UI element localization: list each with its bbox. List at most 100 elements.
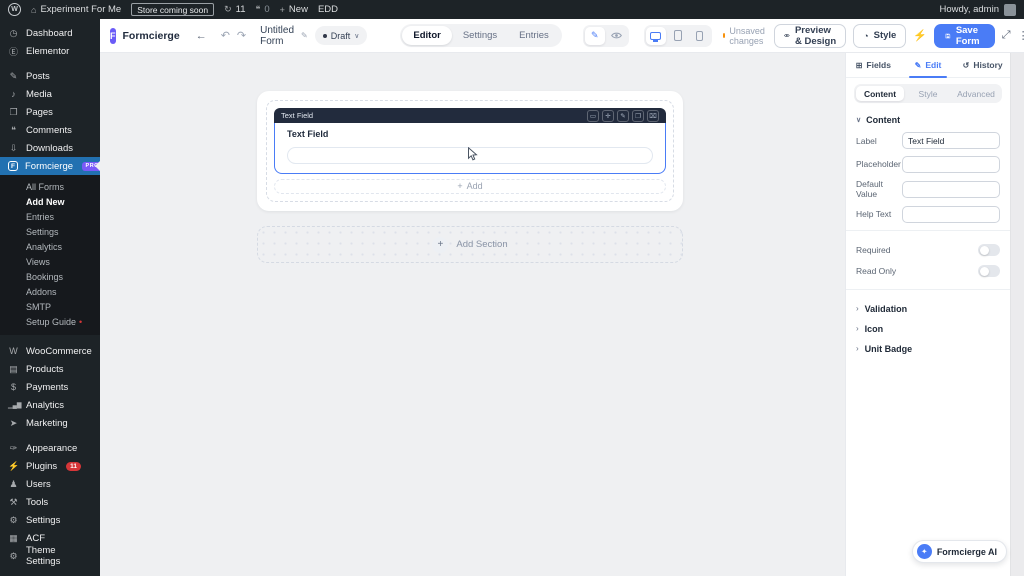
tab-settings[interactable]: Settings: [452, 26, 508, 45]
scrollbar-track[interactable]: [1010, 53, 1024, 576]
sidebar-item-label: Marketing: [26, 418, 68, 429]
updates-menu[interactable]: ↻ 11: [224, 4, 245, 15]
submenu-item-all-forms[interactable]: All Forms: [0, 179, 100, 194]
delete-field-button[interactable]: ⌧: [647, 110, 659, 122]
panel-tab-fields[interactable]: ⊞ Fields: [846, 53, 901, 77]
sidebar-item-label: Plugins: [26, 461, 57, 472]
panel-tab-label: History: [973, 60, 1002, 70]
panel-tab-bar: ⊞ Fields ✎ Edit ↺ History: [846, 53, 1010, 78]
unsaved-dot-icon: [723, 33, 726, 38]
style-button[interactable]: ◔ Style: [853, 24, 906, 48]
required-toggle[interactable]: [978, 244, 1000, 256]
update-count: 11: [236, 4, 246, 15]
submenu-item-views[interactable]: Views: [0, 254, 100, 269]
mobile-device-button[interactable]: [690, 27, 710, 45]
icon-section-header[interactable]: › Icon: [846, 319, 1010, 339]
site-menu[interactable]: ⌂ Experiment For Me: [31, 4, 121, 15]
submenu-item-entries[interactable]: Entries: [0, 209, 100, 224]
back-button[interactable]: ←: [196, 30, 207, 42]
submenu-item-add-new[interactable]: Add New: [0, 194, 100, 209]
sidebar-item-settings[interactable]: ⚙ Settings: [0, 511, 100, 529]
add-section-button[interactable]: + Add Section: [257, 226, 683, 263]
submenu-item-addons[interactable]: Addons: [0, 284, 100, 299]
preview-mode-button[interactable]: [607, 27, 627, 45]
sidebar-item-woocommerce[interactable]: W WooCommerce: [0, 342, 100, 360]
edit-field-button[interactable]: ✎: [617, 110, 629, 122]
panel-tab-history[interactable]: ↺ History: [955, 53, 1010, 77]
panel-tab-edit[interactable]: ✎ Edit: [901, 53, 956, 77]
tab-editor[interactable]: Editor: [402, 26, 451, 45]
help-text-input[interactable]: [902, 206, 1000, 223]
subtab-content[interactable]: Content: [856, 86, 904, 101]
placeholder-input[interactable]: [902, 156, 1000, 173]
duplicate-field-button[interactable]: ❐: [632, 110, 644, 122]
add-field-button[interactable]: + Add: [274, 179, 666, 195]
wordpress-logo-icon[interactable]: W: [8, 3, 21, 16]
sidebar-item-tools[interactable]: ⚒ Tools: [0, 493, 100, 511]
chevron-down-icon: ∨: [354, 32, 359, 40]
label-input[interactable]: [902, 132, 1000, 149]
sidebar-item-plugins[interactable]: ⚡ Plugins 11: [0, 457, 100, 475]
tab-entries[interactable]: Entries: [508, 26, 560, 45]
default-value-input[interactable]: [902, 181, 1000, 198]
sidebar-item-payments[interactable]: $ Payments: [0, 378, 100, 396]
preview-design-button[interactable]: Preview & Design: [774, 24, 846, 48]
submenu-label: Setup Guide: [26, 317, 76, 327]
new-menu[interactable]: + New: [280, 4, 308, 15]
tablet-device-button[interactable]: [668, 27, 688, 45]
submenu-item-smtp[interactable]: SMTP: [0, 299, 100, 314]
submenu-item-analytics[interactable]: Analytics: [0, 239, 100, 254]
status-dropdown[interactable]: Draft ∨: [315, 26, 368, 45]
sidebar-item-marketing[interactable]: ➤ Marketing: [0, 414, 100, 432]
sidebar-item-posts[interactable]: ✎ Posts: [0, 67, 100, 85]
unit-badge-section-header[interactable]: › Unit Badge: [846, 339, 1010, 359]
undo-button[interactable]: ↶: [221, 29, 230, 42]
avatar[interactable]: [1004, 4, 1016, 16]
sidebar-item-analytics[interactable]: ▁▄▇ Analytics: [0, 396, 100, 414]
store-coming-soon-badge[interactable]: Store coming soon: [131, 3, 214, 16]
validation-section-header[interactable]: › Validation: [846, 299, 1010, 319]
edit-mode-button[interactable]: ✎: [585, 27, 605, 45]
spark-icon[interactable]: ⚡: [913, 29, 927, 42]
sidebar-item-downloads[interactable]: ⇩ Downloads: [0, 139, 100, 157]
sidebar-item-media[interactable]: ♪ Media: [0, 85, 100, 103]
move-field-button[interactable]: ✛: [602, 110, 614, 122]
sidebar-item-elementor[interactable]: Ⓔ Elementor: [0, 42, 100, 60]
sidebar-item-collapse-menu[interactable]: ◀ Collapse Menu: [0, 572, 100, 576]
read-only-toggle[interactable]: [978, 265, 1000, 277]
content-section-header[interactable]: ∨ Content: [846, 109, 1010, 132]
sidebar-item-pages[interactable]: ❐ Pages: [0, 103, 100, 121]
form-title[interactable]: Untitled Form: [260, 25, 294, 47]
chevron-down-icon: ∨: [856, 116, 861, 124]
submenu-item-bookings[interactable]: Bookings: [0, 269, 100, 284]
device-toggle-group: [644, 25, 712, 47]
howdy-menu[interactable]: Howdy, admin: [940, 4, 1000, 15]
redo-button[interactable]: ↷: [237, 29, 246, 42]
rename-icon[interactable]: ✎: [301, 31, 308, 40]
appearance-icon: ✑: [8, 443, 19, 454]
submenu-item-settings[interactable]: Settings: [0, 224, 100, 239]
builder-toolbar: F Formcierge ← ↶ ↷ Untitled Form ✎ Draft…: [100, 19, 1024, 53]
sidebar-item-dashboard[interactable]: ◷ Dashboard: [0, 24, 100, 42]
elementor-icon: Ⓔ: [8, 45, 19, 58]
sidebar-item-products[interactable]: ▤ Products: [0, 360, 100, 378]
edd-menu[interactable]: EDD: [318, 4, 338, 15]
subtab-style[interactable]: Style: [904, 86, 952, 101]
panel-tab-label: Fields: [866, 60, 891, 70]
sidebar-item-users[interactable]: ♟ Users: [0, 475, 100, 493]
sidebar-item-formcierge[interactable]: F Formcierge PRO: [0, 157, 100, 175]
comments-menu[interactable]: ❝ 0: [256, 4, 270, 15]
save-form-button[interactable]: Save Form: [934, 24, 995, 48]
field-type-button[interactable]: ▭: [587, 110, 599, 122]
fullscreen-icon[interactable]: ⤢: [1002, 29, 1011, 42]
sidebar-item-comments[interactable]: ❝ Comments: [0, 121, 100, 139]
subtab-advanced[interactable]: Advanced: [952, 86, 1000, 101]
submenu-item-setup-guide[interactable]: Setup Guide •: [0, 314, 100, 329]
sidebar-item-theme-settings[interactable]: ⚙ Theme Settings: [0, 547, 100, 565]
save-icon: [945, 31, 951, 41]
desktop-device-button[interactable]: [646, 27, 666, 45]
formcierge-ai-button[interactable]: ✦ Formcierge AI: [912, 540, 1007, 563]
preview-design-label: Preview & Design: [795, 25, 836, 47]
sidebar-item-appearance[interactable]: ✑ Appearance: [0, 439, 100, 457]
kebab-menu-icon[interactable]: ⋮: [1018, 29, 1024, 42]
